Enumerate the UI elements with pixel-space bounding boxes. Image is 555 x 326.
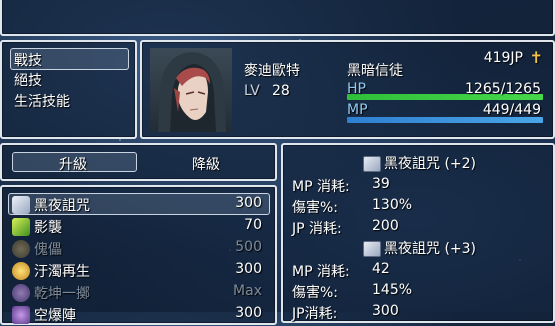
actor-jp: 419JP [483, 50, 523, 66]
skill-list-window: 黑夜詛咒 300 影襲 70 傀儡 500 汙濁再生 300 乾坤一擲 Max … [0, 185, 277, 325]
skill-category-window: 戰技 絕技 生活技能 [0, 40, 137, 139]
detail-value: 300 [372, 303, 399, 319]
skill-detail-window: 黑夜詛咒 (+2) MP 消耗: 39 傷害%: 130% JP 消耗: 200… [281, 143, 555, 323]
upgrade-button[interactable]: 升級 [59, 154, 87, 174]
actor-level-label: LV [244, 83, 260, 99]
upgrade-command-window: 升級 降級 [0, 143, 277, 181]
skill-jp-cost: 300 [235, 195, 262, 211]
skill-name: 乾坤一擲 [34, 286, 90, 302]
detail-value: 130% [372, 197, 413, 213]
skill-jp-cost: 500 [235, 239, 262, 255]
hp-label: HP [347, 81, 366, 97]
mp-value: 449/449 [482, 102, 541, 118]
throw-icon [12, 284, 30, 302]
category-item-combat-skill[interactable]: 戰技 [14, 50, 42, 70]
shadow-strike-icon [12, 218, 30, 236]
actor-name: 麥迪歐特 [244, 63, 300, 79]
skill-name: 影襲 [34, 220, 62, 236]
skill-name: 傀儡 [34, 242, 62, 258]
current-skill-title: 黑夜詛咒 (+2) [384, 156, 477, 172]
skill-name: 黑夜詛咒 [34, 198, 90, 214]
hp-value: 1265/1265 [465, 81, 541, 97]
detail-value: 42 [372, 261, 390, 277]
skill-name: 空爆陣 [34, 308, 76, 324]
mp-label: MP [347, 102, 368, 118]
skill-jp-cost: Max [233, 283, 262, 299]
skill-row[interactable]: 傀儡 500 [12, 238, 268, 260]
help-window [0, 0, 555, 36]
detail-value: 200 [372, 218, 399, 234]
detail-value: 39 [372, 176, 390, 192]
regen-icon [12, 262, 30, 280]
puppet-icon [12, 240, 30, 258]
downgrade-button[interactable]: 降級 [192, 154, 220, 174]
skill-jp-cost: 300 [235, 305, 262, 321]
dark-book-icon [12, 196, 30, 214]
actor-class: 黑暗信徒 [347, 63, 403, 79]
skill-jp-cost: 300 [235, 261, 262, 277]
category-item-life-skill[interactable]: 生活技能 [14, 91, 70, 111]
detail-label: 傷害%: [292, 200, 339, 216]
detail-label: 傷害%: [292, 285, 339, 301]
skill-jp-cost: 70 [244, 217, 262, 233]
skill-row[interactable]: 汙濁再生 300 [12, 260, 268, 282]
actor-level-value: 28 [272, 83, 290, 99]
detail-label: JP消耗: [292, 306, 338, 322]
actor-status-window: 麥迪歐特 LV 28 黑暗信徒 419JP ✝ HP 1265/1265 MP … [140, 40, 555, 139]
detail-label: MP 消耗: [292, 264, 350, 280]
next-skill-title: 黑夜詛咒 (+3) [384, 241, 477, 257]
cross-icon: ✝ [529, 48, 543, 67]
skill-name: 汙濁再生 [34, 264, 90, 280]
skill-row[interactable]: 黑夜詛咒 300 [12, 194, 268, 216]
skill-row[interactable]: 乾坤一擲 Max [12, 282, 268, 304]
skill-row[interactable]: 空爆陣 300 [12, 304, 268, 326]
skill-row[interactable]: 影襲 70 [12, 216, 268, 238]
detail-label: MP 消耗: [292, 179, 350, 195]
detail-value: 145% [372, 282, 413, 298]
blast-icon [12, 306, 30, 324]
category-item-ultimate-skill[interactable]: 絕技 [14, 70, 42, 90]
dark-book-icon [363, 241, 381, 257]
actor-face-portrait [150, 48, 232, 132]
dark-book-icon [363, 156, 381, 172]
detail-label: JP 消耗: [292, 221, 342, 237]
